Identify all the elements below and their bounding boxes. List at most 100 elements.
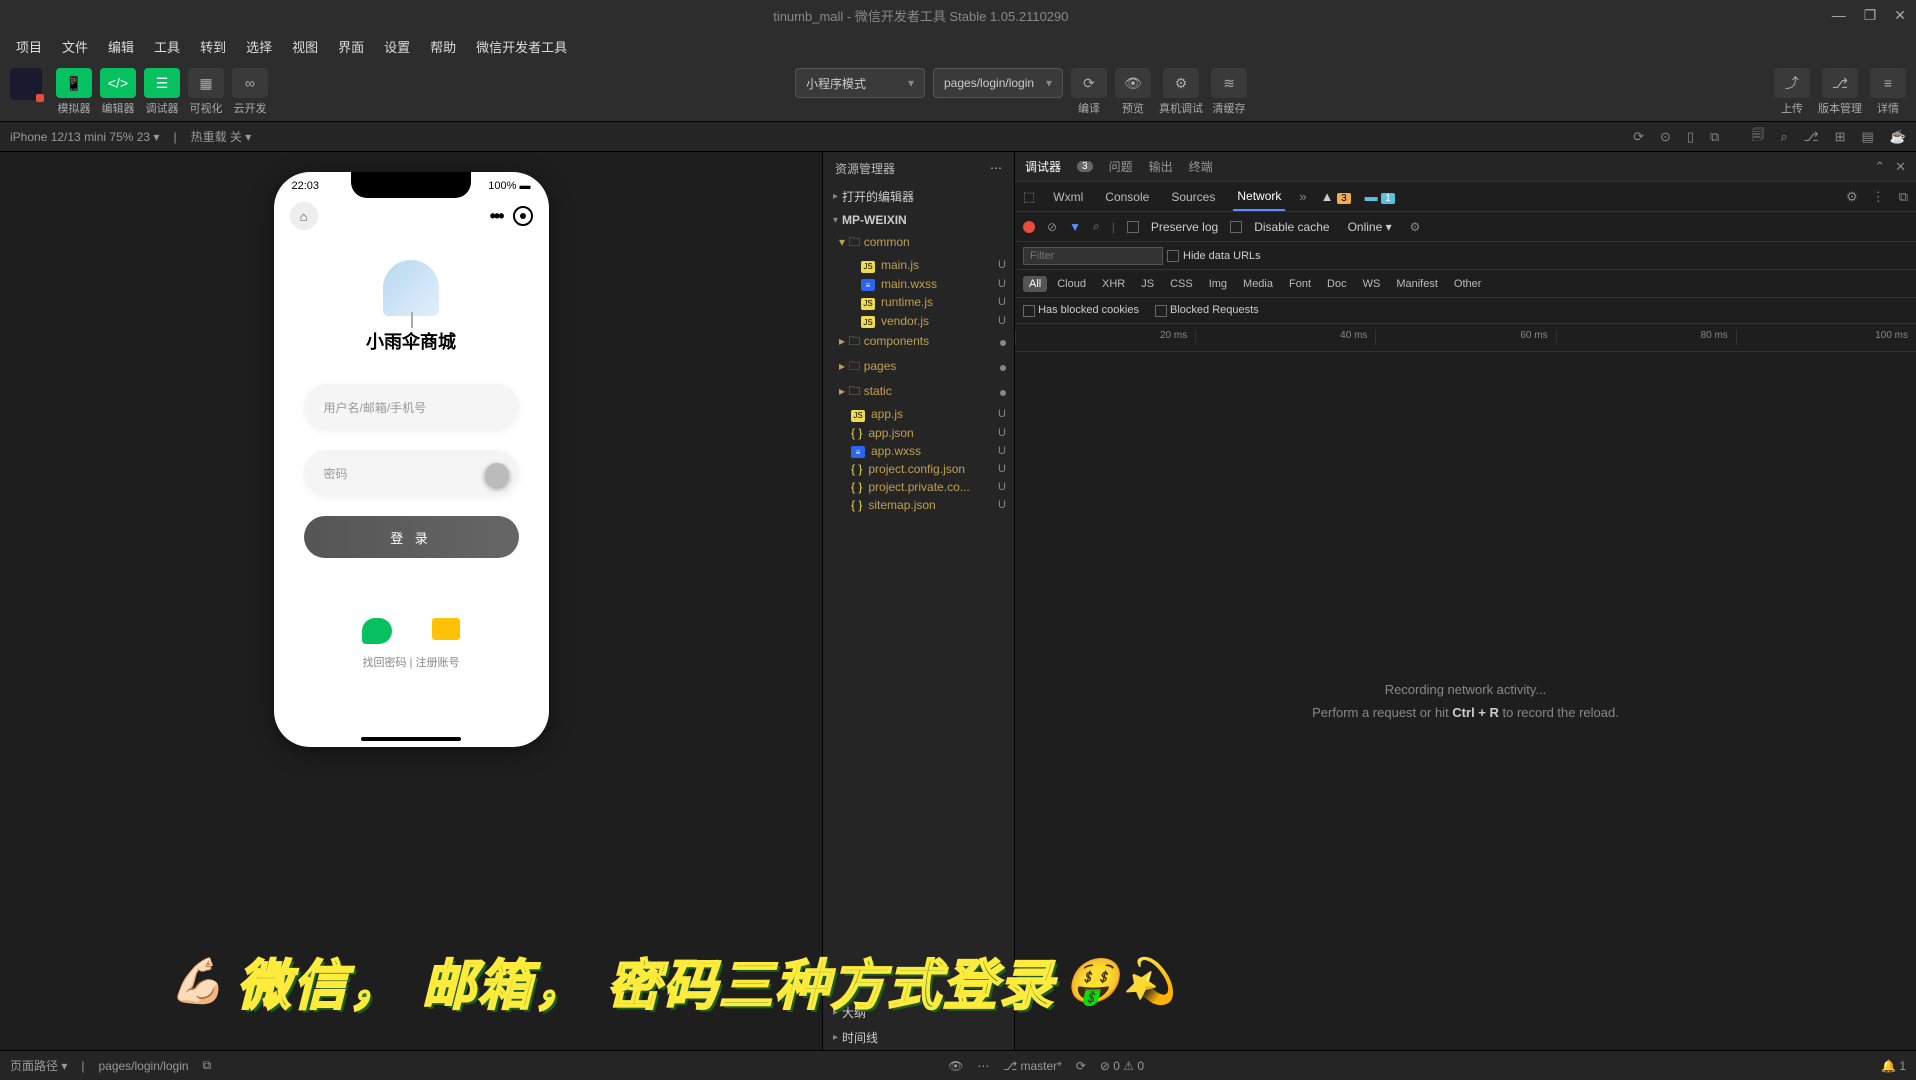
bell-icon[interactable]: 🔔 1 bbox=[1881, 1059, 1906, 1073]
dock-icon[interactable]: ⧉ bbox=[1899, 189, 1908, 205]
search-icon[interactable]: ⌕ bbox=[1780, 129, 1787, 145]
visualize-button[interactable]: ▦ bbox=[188, 68, 224, 98]
phone-target-icon[interactable] bbox=[513, 206, 533, 226]
file-app.json[interactable]: { }app.jsonU bbox=[831, 424, 1014, 442]
menu-settings[interactable]: 设置 bbox=[376, 33, 418, 60]
ftype-media[interactable]: Media bbox=[1237, 276, 1279, 292]
menu-project[interactable]: 项目 bbox=[8, 33, 50, 60]
ftype-js[interactable]: JS bbox=[1135, 276, 1160, 292]
filter-icon[interactable]: ▼ bbox=[1069, 220, 1081, 234]
device-selector[interactable]: iPhone 12/13 mini 75% 23 ▾ bbox=[10, 130, 159, 144]
file-vendor.js[interactable]: JSvendor.jsU bbox=[831, 312, 1014, 331]
realdev-button[interactable]: ⚙ bbox=[1163, 68, 1199, 98]
outline-section[interactable]: 大纲 bbox=[823, 1000, 1014, 1025]
screenshot-icon[interactable]: ⧉ bbox=[1710, 129, 1719, 145]
dt-tab-debugger[interactable]: 调试器 bbox=[1025, 152, 1061, 181]
eye-icon[interactable]: 👁 bbox=[948, 1059, 963, 1073]
files-icon[interactable]: 🗐 bbox=[1751, 126, 1764, 148]
folder-static[interactable]: ▸ 🗀 static bbox=[831, 380, 1014, 405]
page-dropdown[interactable]: pages/login/login bbox=[933, 68, 1063, 98]
ftype-doc[interactable]: Doc bbox=[1321, 276, 1353, 292]
subtab-sources[interactable]: Sources bbox=[1167, 184, 1219, 210]
record-icon[interactable]: ⊙ bbox=[1660, 129, 1671, 145]
close-button[interactable]: ✕ bbox=[1894, 7, 1906, 24]
folder-common[interactable]: ▾ 🗀 common bbox=[831, 231, 1014, 256]
ftype-all[interactable]: All bbox=[1023, 276, 1047, 292]
login-button[interactable]: 登 录 bbox=[304, 516, 519, 558]
file-app.js[interactable]: JSapp.jsU bbox=[831, 405, 1014, 424]
stop-icon[interactable]: ⊘ bbox=[1047, 220, 1057, 234]
phone-menu-icon[interactable]: ••• bbox=[490, 206, 503, 227]
net-gear-icon[interactable]: ⚙ bbox=[1410, 220, 1421, 234]
folder-components[interactable]: ▸ 🗀 components bbox=[831, 330, 1014, 355]
hide-urls-checkbox[interactable] bbox=[1167, 250, 1179, 262]
maximize-button[interactable]: ❐ bbox=[1864, 7, 1877, 24]
editor-button[interactable]: </> bbox=[100, 68, 136, 98]
disable-cache-checkbox[interactable] bbox=[1230, 221, 1242, 233]
throttle-dropdown[interactable]: Online ▾ bbox=[1342, 218, 1398, 236]
subtab-network[interactable]: Network bbox=[1233, 183, 1285, 211]
search-icon[interactable]: ⌕ bbox=[1093, 219, 1100, 234]
ftype-ws[interactable]: WS bbox=[1357, 276, 1387, 292]
file-project.config.json[interactable]: { }project.config.jsonU bbox=[831, 460, 1014, 478]
dt-tab-output[interactable]: 输出 bbox=[1149, 152, 1173, 181]
file-sitemap.json[interactable]: { }sitemap.jsonU bbox=[831, 496, 1014, 514]
dt-tab-terminal[interactable]: 终端 bbox=[1189, 152, 1213, 181]
file-main.js[interactable]: JSmain.jsU bbox=[831, 256, 1014, 275]
filter-input[interactable] bbox=[1023, 247, 1163, 265]
sync-icon[interactable]: ⟳ bbox=[1076, 1059, 1086, 1073]
compile-button[interactable]: ⟳ bbox=[1071, 68, 1107, 98]
upload-button[interactable]: ⤴ bbox=[1774, 68, 1810, 98]
ftype-xhr[interactable]: XHR bbox=[1096, 276, 1131, 292]
more-tabs-icon[interactable]: » bbox=[1299, 189, 1306, 204]
inspect-icon[interactable]: ⬚ bbox=[1023, 189, 1035, 205]
preserve-log-checkbox[interactable] bbox=[1127, 221, 1139, 233]
branch-icon[interactable]: ⎇ bbox=[1804, 129, 1819, 145]
menu-ui[interactable]: 界面 bbox=[330, 33, 372, 60]
run-icon[interactable]: ▤ bbox=[1862, 129, 1874, 145]
menu-goto[interactable]: 转到 bbox=[192, 33, 234, 60]
project-root[interactable]: MP-WEIXIN bbox=[823, 209, 1014, 231]
more-icon[interactable]: ⋯ bbox=[977, 1059, 989, 1073]
version-button[interactable]: ⎇ bbox=[1822, 68, 1858, 98]
dt-tab-problems[interactable]: 问题 bbox=[1109, 152, 1133, 181]
ftype-font[interactable]: Font bbox=[1283, 276, 1317, 292]
mail-login-icon[interactable] bbox=[432, 618, 460, 640]
ftype-cloud[interactable]: Cloud bbox=[1051, 276, 1092, 292]
mode-dropdown[interactable]: 小程序模式 bbox=[795, 68, 925, 98]
ftype-img[interactable]: Img bbox=[1203, 276, 1233, 292]
login-links[interactable]: 找回密码 | 注册账号 bbox=[304, 654, 519, 670]
debugger-button[interactable]: ☰ bbox=[144, 68, 180, 98]
ext-icon[interactable]: ⊞ bbox=[1835, 129, 1846, 145]
wechat-login-icon[interactable] bbox=[362, 618, 392, 644]
menu-select[interactable]: 选择 bbox=[238, 33, 280, 60]
route-label[interactable]: 页面路径 ▾ bbox=[10, 1057, 67, 1074]
menu-help[interactable]: 帮助 bbox=[422, 33, 464, 60]
file-main.wxss[interactable]: ≡main.wxssU bbox=[831, 275, 1014, 294]
clearcache-button[interactable]: ≋ bbox=[1211, 68, 1247, 98]
menu-view[interactable]: 视图 bbox=[284, 33, 326, 60]
menu-file[interactable]: 文件 bbox=[54, 33, 96, 60]
gear-icon[interactable]: ⚙ bbox=[1846, 189, 1858, 205]
dt-close-icon[interactable]: ✕ bbox=[1895, 159, 1906, 175]
subtab-wxml[interactable]: Wxml bbox=[1049, 184, 1087, 210]
ftype-manifest[interactable]: Manifest bbox=[1390, 276, 1444, 292]
ftype-other[interactable]: Other bbox=[1448, 276, 1488, 292]
kebab-icon[interactable]: ⋮ bbox=[1872, 189, 1885, 205]
username-input[interactable]: 用户名/邮箱/手机号 bbox=[304, 384, 519, 430]
folder-pages[interactable]: ▸ 🗀 pages bbox=[831, 355, 1014, 380]
file-project.private.co...[interactable]: { }project.private.co...U bbox=[831, 478, 1014, 496]
reload-icon[interactable]: ⟳ bbox=[1633, 129, 1644, 145]
dt-chevron-icon[interactable]: ⌃ bbox=[1874, 159, 1885, 175]
open-editors-section[interactable]: 打开的编辑器 bbox=[823, 184, 1014, 209]
file-app.wxss[interactable]: ≡app.wxssU bbox=[831, 442, 1014, 461]
menu-edit[interactable]: 编辑 bbox=[100, 33, 142, 60]
beaker-icon[interactable]: ☕ bbox=[1890, 129, 1906, 145]
simulator-button[interactable]: 📱 bbox=[56, 68, 92, 98]
file-runtime.js[interactable]: JSruntime.jsU bbox=[831, 293, 1014, 312]
menu-tools[interactable]: 工具 bbox=[146, 33, 188, 60]
subtab-console[interactable]: Console bbox=[1101, 184, 1153, 210]
menu-wxdev[interactable]: 微信开发者工具 bbox=[468, 33, 575, 60]
details-button[interactable]: ≡ bbox=[1870, 68, 1906, 98]
hotreload-toggle[interactable]: 热重载 关 ▾ bbox=[191, 128, 252, 145]
